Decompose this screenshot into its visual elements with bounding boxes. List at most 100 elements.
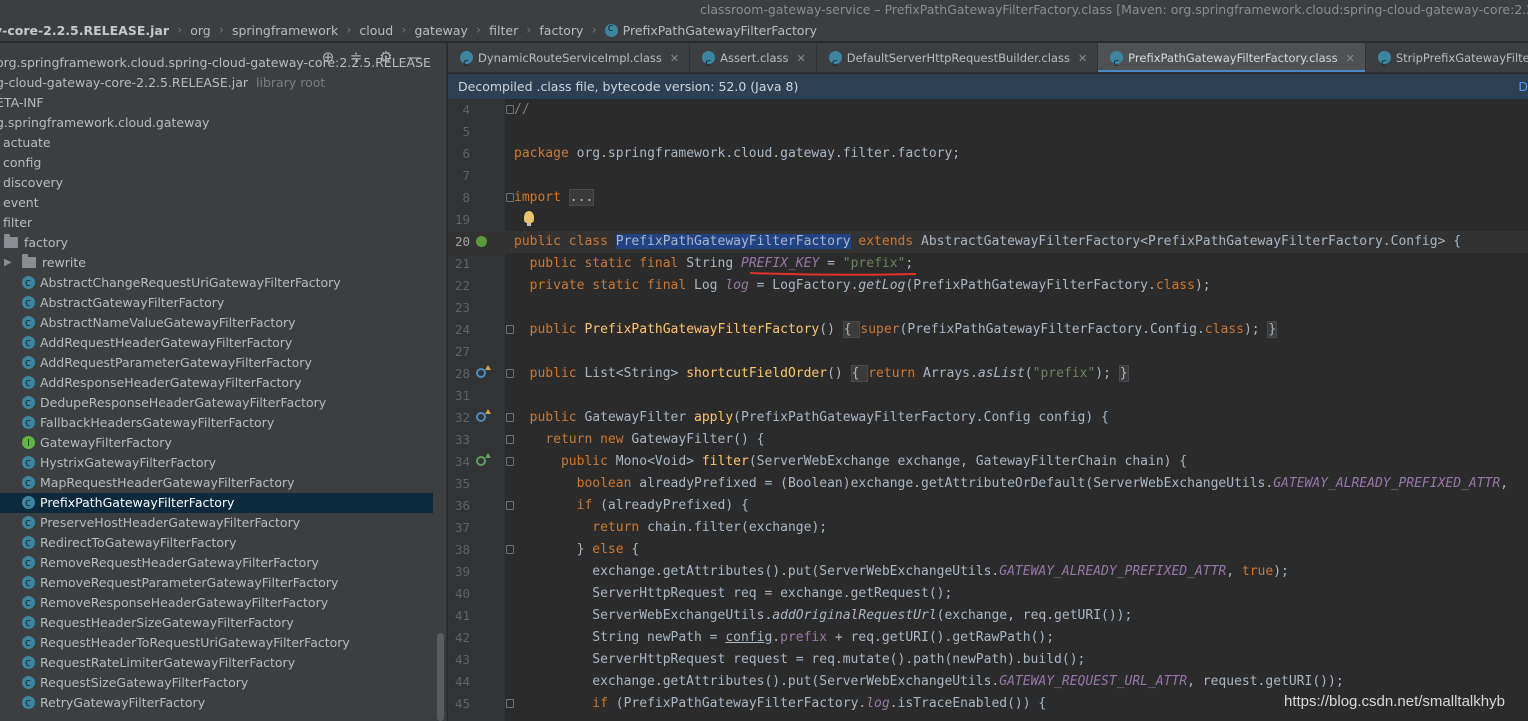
tree-item[interactable]: RequestHeaderSizeGatewayFilterFactory [0, 613, 433, 633]
tree-item[interactable]: PrefixPathGatewayFilterFactory [0, 493, 433, 513]
overrides-method-icon[interactable] [476, 365, 491, 378]
editor-tab[interactable]: Assert.class ✕ [690, 43, 817, 72]
fold-marker-icon[interactable] [506, 369, 514, 378]
tree-item[interactable]: actuate [0, 133, 433, 153]
code-line[interactable]: 39 exchange.getAttributes().put(ServerWe… [448, 561, 1528, 583]
tree-item[interactable]: AddResponseHeaderGatewayFilterFactory [0, 373, 433, 393]
tree-item[interactable]: g-cloud-gateway-core-2.2.5.RELEASE.jar li… [0, 73, 433, 93]
tree-item[interactable]: AddRequestHeaderGatewayFilterFactory [0, 333, 433, 353]
code-line[interactable]: 20 public class PrefixPathGatewayFilterFa… [448, 231, 1528, 253]
project-scrollbar[interactable] [433, 63, 446, 721]
run-gutter-icon[interactable] [476, 236, 487, 247]
tree-item[interactable]: AbstractChangeRequestUriGatewayFilterFac… [0, 273, 433, 293]
tree-item[interactable]: event [0, 193, 433, 213]
code-editor[interactable]: 4 // 5 6 package org.springframework.cloud.g… [448, 99, 1528, 721]
code-line[interactable]: 27 [448, 341, 1528, 363]
close-icon[interactable]: ✕ [670, 52, 679, 65]
code-line[interactable]: 44 exchange.getAttributes().put(ServerWe… [448, 671, 1528, 693]
tree-item[interactable]: org.springframework.cloud.spring-cloud-g… [0, 53, 433, 73]
code-area[interactable]: 4 // 5 6 package org.springframework.cloud.g… [448, 99, 1528, 715]
fold-marker-icon[interactable] [506, 413, 514, 422]
code-line[interactable]: 19 [448, 209, 1528, 231]
fold-marker-icon[interactable] [506, 325, 514, 334]
fold-marker-icon[interactable] [506, 457, 514, 466]
tree-item[interactable]: RemoveRequestParameterGatewayFilterFacto… [0, 573, 433, 593]
breadcrumb-current[interactable]: PrefixPathGatewayFilterFactory [603, 21, 819, 38]
implements-method-icon[interactable] [476, 453, 491, 466]
tree-item[interactable]: RemoveResponseHeaderGatewayFilterFactory [0, 593, 433, 613]
editor-tab[interactable]: DynamicRouteServiceImpl.class ✕ [448, 43, 691, 72]
code-line[interactable]: 32 public GatewayFilter apply(PrefixPath… [448, 407, 1528, 429]
code-line[interactable]: 6 package org.springframework.cloud.gatew… [448, 143, 1528, 165]
tree-item[interactable]: GatewayFilterFactory [0, 433, 433, 454]
breadcrumb-item[interactable]: y-core-2.2.5.RELEASE.jar [0, 23, 171, 38]
close-icon[interactable]: ✕ [1078, 52, 1087, 65]
breadcrumb-item[interactable]: gateway [412, 23, 469, 38]
code-line[interactable]: 21 public static final String PREFIX_KEY… [448, 253, 1528, 276]
tree-item[interactable]: ETA-INF [0, 93, 433, 113]
close-icon[interactable]: ✕ [797, 52, 806, 65]
code-line[interactable]: 40 ServerHttpRequest req = exchange.getR… [448, 583, 1528, 605]
tree-item[interactable]: RetryGatewayFilterFactory [0, 693, 433, 713]
tree-item[interactable]: AbstractNameValueGatewayFilterFactory [0, 313, 433, 333]
tree-item[interactable]: RequestRateLimiterGatewayFilterFactory [0, 653, 433, 673]
tree-item[interactable]: RequestSizeGatewayFilterFactory [0, 673, 433, 693]
banner-action-link[interactable]: D [1518, 74, 1528, 99]
breadcrumb-item[interactable]: springframework [230, 23, 340, 38]
project-scrollbar-thumb[interactable] [437, 633, 444, 721]
breadcrumb-item[interactable]: factory [537, 23, 585, 38]
tree-item[interactable]: filter [0, 213, 433, 233]
code-line[interactable]: 7 [448, 165, 1528, 187]
code-line[interactable]: 28 public List<String> shortcutFieldOrde… [448, 363, 1528, 385]
breadcrumb-item[interactable]: org [188, 23, 213, 38]
tree-item[interactable]: RedirectToGatewayFilterFactory [0, 533, 433, 553]
tree-item[interactable]: DedupeResponseHeaderGatewayFilterFactory [0, 393, 433, 413]
code-line[interactable]: 35 boolean alreadyPrefixed = (Boolean)ex… [448, 473, 1528, 495]
breadcrumb-item[interactable]: filter [487, 23, 520, 38]
overrides-method-icon[interactable] [476, 409, 491, 422]
editor-tab[interactable]: DefaultServerHttpRequestBuilder.class ✕ [817, 43, 1099, 72]
chevron-right-icon[interactable]: ▶ [4, 253, 12, 273]
code-line[interactable]: 8 import ... [448, 187, 1528, 209]
tree-item[interactable]: g.springframework.cloud.gateway [0, 113, 433, 133]
fold-marker-icon[interactable] [506, 193, 514, 202]
code-line[interactable]: 38 } else { [448, 539, 1528, 561]
tree-item-label: discovery [3, 175, 64, 190]
code-line[interactable]: 23 [448, 297, 1528, 319]
fold-marker-icon[interactable] [506, 699, 514, 708]
editor-tab[interactable]: StripPrefixGatewayFilterFactory.class✕ [1366, 43, 1528, 72]
breadcrumb-item[interactable]: cloud [357, 23, 395, 38]
fold-marker-icon[interactable] [506, 545, 514, 554]
code-line[interactable]: 5 [448, 121, 1528, 143]
code-line[interactable]: 34 public Mono<Void> filter(ServerWebExc… [448, 451, 1528, 473]
close-icon[interactable]: ✕ [1346, 52, 1355, 65]
tree-item[interactable]: AbstractGatewayFilterFactory [0, 293, 433, 313]
lightbulb-icon[interactable] [524, 211, 534, 226]
tree-item[interactable]: RemoveRequestHeaderGatewayFilterFactory [0, 553, 433, 573]
tree-item[interactable]: FallbackHeadersGatewayFilterFactory [0, 413, 433, 433]
tree-item[interactable]: PreserveHostHeaderGatewayFilterFactory [0, 513, 433, 533]
fold-marker-icon[interactable] [506, 105, 514, 114]
tree-item[interactable]: discovery [0, 173, 433, 193]
tree-item[interactable]: MapRequestHeaderGatewayFilterFactory [0, 473, 433, 493]
code-line[interactable]: 33 return new GatewayFilter() { [448, 429, 1528, 451]
tree-item[interactable]: AddRequestParameterGatewayFilterFactory [0, 353, 433, 373]
code-line[interactable]: 22 private static final Log log = LogFac… [448, 275, 1528, 297]
fold-marker-icon[interactable] [506, 435, 514, 444]
code-line[interactable]: 37 return chain.filter(exchange); [448, 517, 1528, 539]
tree-item[interactable]: RequestHeaderToRequestUriGatewayFilterFa… [0, 633, 433, 653]
tree-item[interactable]: HystrixGatewayFilterFactory [0, 453, 433, 473]
code-line[interactable]: 41 ServerWebExchangeUtils.addOriginalReq… [448, 605, 1528, 627]
code-line[interactable]: 36 if (alreadyPrefixed) { [448, 495, 1528, 517]
fold-marker-icon[interactable] [506, 501, 514, 510]
code-line[interactable]: 42 String newPath = config.prefix + req.… [448, 627, 1528, 649]
editor-tab[interactable]: PrefixPathGatewayFilterFactory.class ✕ [1098, 43, 1366, 72]
code-line[interactable]: 43 ServerHttpRequest request = req.mutat… [448, 649, 1528, 671]
code-text: import ... [514, 189, 595, 206]
code-line[interactable]: 31 [448, 385, 1528, 407]
code-line[interactable]: 4 // [448, 99, 1528, 121]
tree-item[interactable]: ▶ rewrite [0, 253, 433, 273]
tree-item[interactable]: factory [0, 233, 433, 253]
tree-item[interactable]: config [0, 153, 433, 173]
code-line[interactable]: 24 public PrefixPathGatewayFilterFactory… [448, 319, 1528, 341]
